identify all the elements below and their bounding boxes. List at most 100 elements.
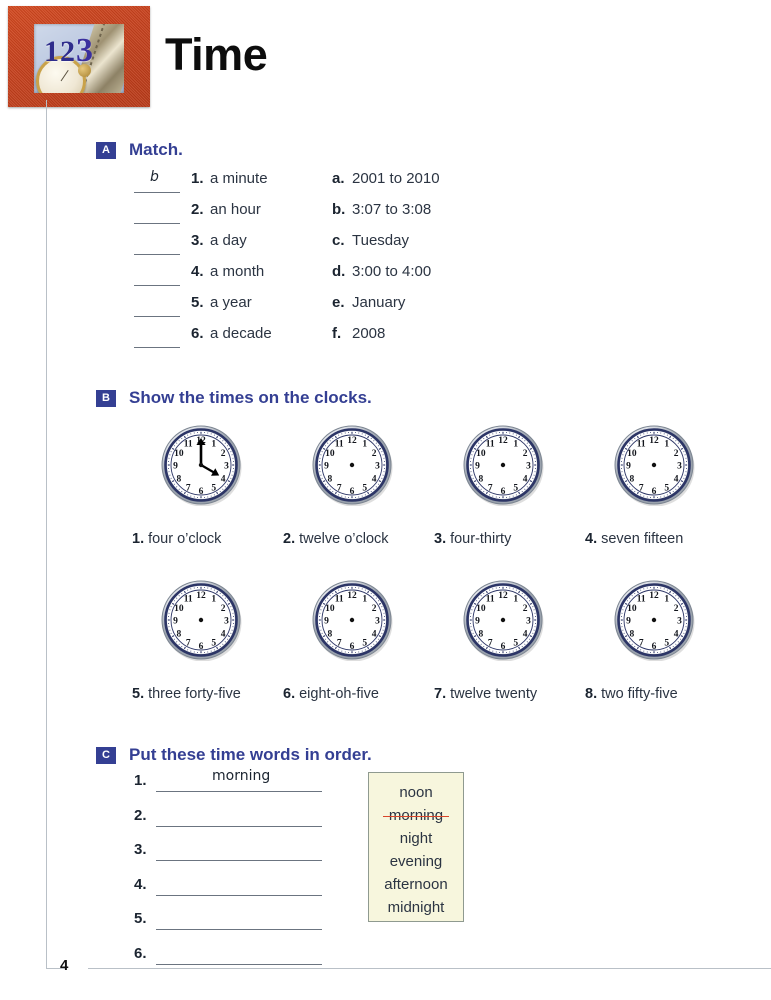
clock-number: 4. xyxy=(585,531,598,547)
svg-text:8: 8 xyxy=(328,474,333,484)
match-row: 5. a year xyxy=(134,294,272,325)
match-answer-blank[interactable] xyxy=(134,232,180,255)
match-item-text: a year xyxy=(210,294,252,311)
clock-time-label: four-thirty xyxy=(450,531,512,547)
word-bank-item[interactable]: evening xyxy=(375,850,457,873)
svg-text:9: 9 xyxy=(324,462,329,472)
svg-text:10: 10 xyxy=(174,604,184,614)
svg-text:9: 9 xyxy=(173,617,178,627)
word-bank-label: evening xyxy=(389,853,443,870)
svg-text:2: 2 xyxy=(221,449,226,459)
match-item-number: 3. xyxy=(191,232,204,249)
order-answer-blank[interactable] xyxy=(156,943,322,965)
match-option-row: c. Tuesday xyxy=(332,232,440,263)
match-answer-blank[interactable] xyxy=(134,201,180,224)
clock-caption: 4. seven fifteen xyxy=(585,531,683,547)
svg-text:6: 6 xyxy=(652,487,657,497)
clock-face[interactable]: 121234567891011 xyxy=(160,424,242,506)
svg-text:11: 11 xyxy=(637,595,646,605)
order-answer-blank[interactable] xyxy=(156,908,322,930)
page-number: 4 xyxy=(60,957,69,974)
svg-text:1: 1 xyxy=(513,440,518,450)
svg-text:7: 7 xyxy=(488,484,493,494)
order-answer-blank[interactable] xyxy=(156,805,322,827)
svg-text:5: 5 xyxy=(664,639,669,649)
match-item-text: an hour xyxy=(210,201,261,218)
clock-number: 2. xyxy=(283,531,296,547)
match-answer-blank[interactable] xyxy=(134,294,180,317)
match-answer-blank[interactable]: b xyxy=(134,169,180,193)
order-row: 2. xyxy=(134,805,322,840)
svg-text:1: 1 xyxy=(664,440,669,450)
svg-text:12: 12 xyxy=(196,591,206,601)
svg-text:11: 11 xyxy=(184,440,193,450)
clock-face[interactable]: 121234567891011 xyxy=(613,579,695,661)
match-option-text: January xyxy=(352,294,406,311)
word-bank-item[interactable]: noon xyxy=(375,781,457,804)
match-option-letter: d. xyxy=(332,263,346,280)
order-row: 4. xyxy=(134,874,322,909)
svg-text:5: 5 xyxy=(664,484,669,494)
svg-text:8: 8 xyxy=(630,629,635,639)
order-row: 6. xyxy=(134,943,322,978)
svg-text:10: 10 xyxy=(627,449,637,459)
svg-text:12: 12 xyxy=(347,436,357,446)
svg-text:8: 8 xyxy=(177,629,182,639)
word-bank-item[interactable]: night xyxy=(375,827,457,850)
svg-text:8: 8 xyxy=(328,629,333,639)
word-bank-label: afternoon xyxy=(384,876,448,893)
clock-face[interactable]: 121234567891011 xyxy=(311,579,393,661)
svg-text:11: 11 xyxy=(184,595,193,605)
clock-face[interactable]: 121234567891011 xyxy=(613,424,695,506)
clock-time-label: four o’clock xyxy=(148,531,222,547)
word-bank-item[interactable]: afternoon xyxy=(375,873,457,896)
svg-text:2: 2 xyxy=(372,449,377,459)
clock-face[interactable]: 121234567891011 xyxy=(311,424,393,506)
match-answer-blank[interactable] xyxy=(134,263,180,286)
svg-text:11: 11 xyxy=(637,440,646,450)
order-number: 6. xyxy=(134,944,147,962)
svg-text:11: 11 xyxy=(335,595,344,605)
clock-face[interactable]: 121234567891011 xyxy=(462,579,544,661)
section-a-heading: A Match. xyxy=(96,140,183,160)
svg-text:3: 3 xyxy=(224,617,229,627)
svg-text:10: 10 xyxy=(627,604,637,614)
order-answer-blank[interactable] xyxy=(156,874,322,896)
word-bank-item[interactable]: morning xyxy=(375,804,457,827)
svg-text:7: 7 xyxy=(186,484,191,494)
match-row: 4. a month xyxy=(134,263,272,294)
section-c-heading: C Put these time words in order. xyxy=(96,745,372,765)
svg-text:10: 10 xyxy=(476,604,486,614)
order-number: 2. xyxy=(134,806,147,824)
match-item-text: a decade xyxy=(210,325,272,342)
svg-text:10: 10 xyxy=(325,604,335,614)
svg-text:3: 3 xyxy=(224,462,229,472)
word-bank-item[interactable]: midnight xyxy=(375,896,457,919)
match-answer-blank[interactable] xyxy=(134,325,180,348)
clock-face[interactable]: 121234567891011 xyxy=(160,579,242,661)
svg-text:1: 1 xyxy=(664,595,669,605)
svg-text:4: 4 xyxy=(674,474,679,484)
svg-text:2: 2 xyxy=(523,604,528,614)
svg-text:4: 4 xyxy=(221,474,226,484)
match-item-number: 1. xyxy=(191,170,204,187)
svg-text:6: 6 xyxy=(652,642,657,652)
svg-text:9: 9 xyxy=(475,462,480,472)
clock-face[interactable]: 121234567891011 xyxy=(462,424,544,506)
match-option-text: 3:07 to 3:08 xyxy=(352,201,432,218)
svg-text:4: 4 xyxy=(221,629,226,639)
word-bank-label: midnight xyxy=(387,899,445,916)
order-answer-blank[interactable] xyxy=(156,839,322,861)
clock-number: 5. xyxy=(132,686,145,702)
svg-text:1: 1 xyxy=(362,440,367,450)
svg-text:9: 9 xyxy=(626,462,631,472)
order-number: 4. xyxy=(134,875,147,893)
svg-text:11: 11 xyxy=(486,440,495,450)
clock-caption: 6. eight-oh-five xyxy=(283,686,379,702)
svg-text:5: 5 xyxy=(362,484,367,494)
svg-text:7: 7 xyxy=(337,639,342,649)
order-row: 1. morning xyxy=(134,768,322,805)
order-answer-list: 1. morning 2. 3. 4. 5. 6. xyxy=(134,768,322,978)
order-answer-blank[interactable]: morning xyxy=(156,768,322,792)
svg-text:4: 4 xyxy=(674,629,679,639)
